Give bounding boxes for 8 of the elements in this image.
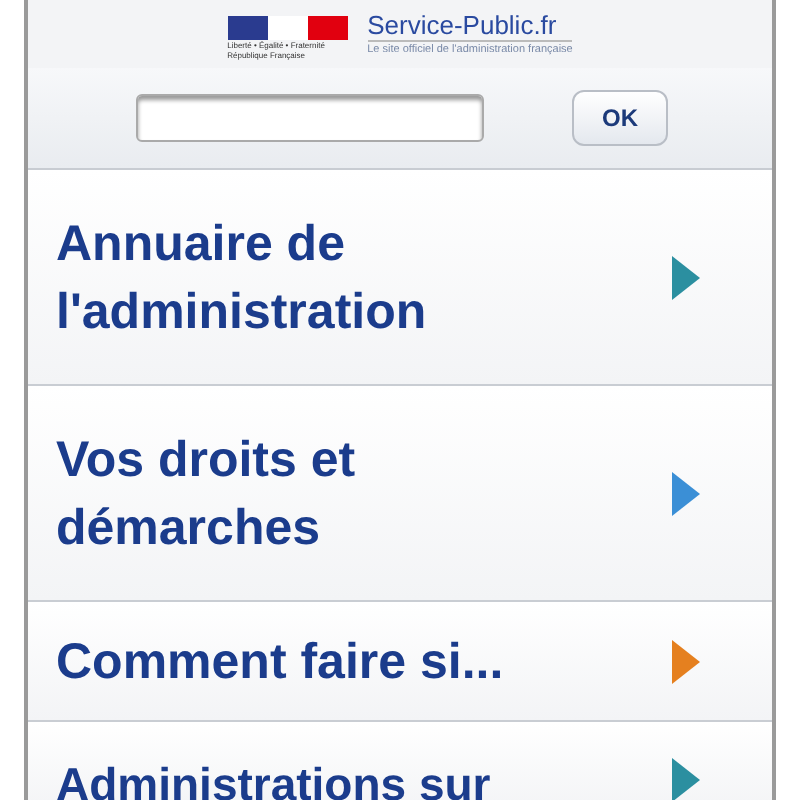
menu-label: Administrations sur — [56, 758, 491, 800]
ok-button[interactable]: OK — [572, 90, 668, 146]
search-field[interactable] — [136, 94, 484, 142]
site-name: Service-Public.fr — [367, 12, 573, 42]
menu-label: Annuaire de l'administration — [56, 213, 429, 343]
flag-logo-icon — [227, 16, 348, 40]
menu-label: Comment faire si... — [56, 631, 504, 693]
menu-label: Vos droits et démarches — [56, 429, 358, 559]
